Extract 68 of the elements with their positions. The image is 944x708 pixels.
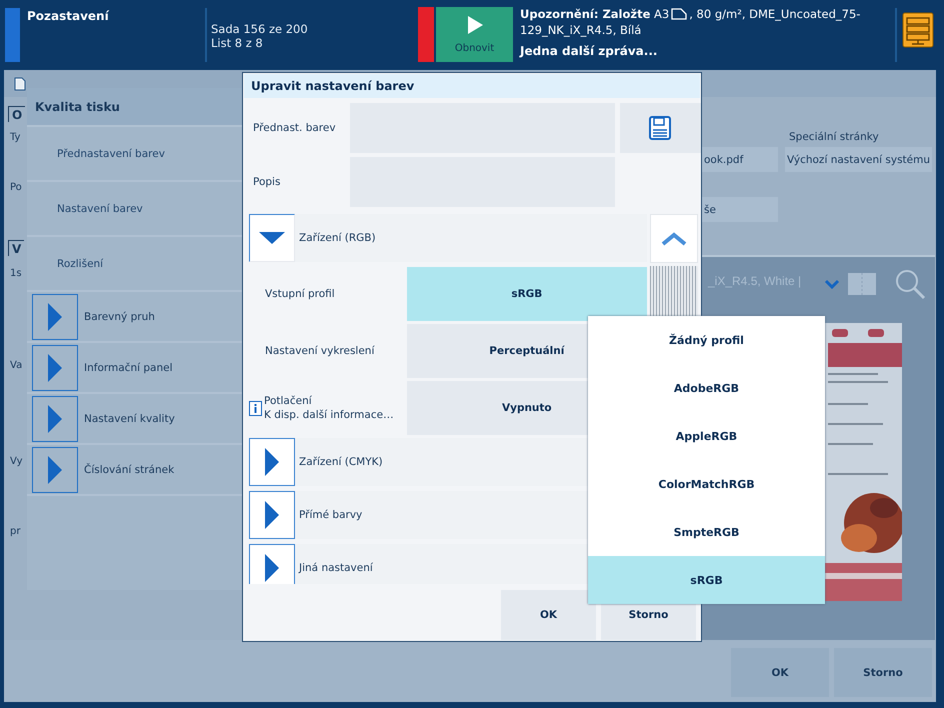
- tab[interactable]: V: [8, 240, 24, 256]
- expand-button[interactable]: [32, 446, 78, 492]
- paper-icon: [671, 8, 688, 20]
- error-indicator: [418, 7, 434, 62]
- field-label: Vy: [10, 456, 22, 467]
- setting-label: Nastavení vykreslení: [264, 345, 374, 357]
- tab[interactable]: O: [8, 106, 26, 122]
- collapse-button[interactable]: [249, 214, 295, 262]
- play-icon: [466, 15, 484, 35]
- setting-label: Vstupní profil: [264, 288, 335, 300]
- save-button[interactable]: [620, 103, 701, 153]
- special-pages-button[interactable]: Výchozí nastavení systému: [785, 147, 932, 172]
- triangle-right-icon: [47, 354, 63, 382]
- save-icon: [649, 116, 672, 140]
- expand-button[interactable]: [32, 294, 78, 340]
- dropdown-option[interactable]: SmpteRGB: [588, 508, 825, 556]
- dropdown-option[interactable]: sRGB: [588, 556, 825, 604]
- field-label: Ty: [10, 132, 20, 143]
- warning-text: 129_NK_iX_R4.5, Bílá: [520, 22, 642, 38]
- field-label: Speciální stránky: [789, 131, 879, 143]
- expand-button[interactable]: [32, 344, 78, 390]
- expand-button[interactable]: [249, 544, 295, 584]
- dialog-button[interactable]: OK: [501, 590, 596, 640]
- scroll-up-button[interactable]: [650, 214, 698, 263]
- set-count: Sada 156 ze 200: [211, 22, 309, 36]
- file-button[interactable]: ook.pdf: [702, 147, 778, 172]
- setting-note[interactable]: K disp. další informace…: [264, 408, 394, 422]
- field-label: Va: [10, 360, 22, 371]
- expand-button[interactable]: [249, 491, 295, 539]
- document-icon: [14, 77, 26, 91]
- expand-button[interactable]: [249, 438, 295, 486]
- sheet-count: List 8 z 8: [211, 36, 264, 50]
- section-title: Zařízení (RGB): [299, 232, 376, 244]
- dialog-title: Upravit nastavení barev: [251, 79, 414, 93]
- dialog-button[interactable]: OK: [731, 648, 829, 697]
- more-messages-link[interactable]: Jedna další zpráva...: [520, 44, 891, 58]
- expand-button[interactable]: [32, 396, 78, 442]
- setting-label: Potlačení: [264, 394, 313, 408]
- menu-item[interactable]: Informační panel: [84, 362, 172, 374]
- dropdown-option[interactable]: ColorMatchRGB: [588, 460, 825, 508]
- dropdown-field[interactable]: sRGB: [406, 267, 647, 321]
- job-status: Pozastavení: [27, 9, 109, 23]
- status-accent: [5, 8, 20, 62]
- warning-text: Upozornění: Založte A3: [520, 6, 670, 22]
- search-icon[interactable]: [894, 268, 926, 300]
- section-title: Přímé barvy: [299, 509, 362, 521]
- dialog-button[interactable]: Storno: [834, 648, 932, 697]
- menu-item[interactable]: Číslování stránek: [84, 464, 174, 476]
- field-label: Po: [10, 182, 22, 193]
- triangle-right-icon: [47, 302, 63, 330]
- field-label: Přednast. barev: [252, 122, 337, 134]
- server-icon[interactable]: [902, 12, 934, 48]
- triangle-right-icon: [47, 456, 63, 484]
- setting-button[interactable]: še: [702, 197, 778, 222]
- menu-item[interactable]: Nastavení kvality: [84, 412, 175, 424]
- chevron-up-icon: [661, 232, 687, 246]
- resume-button[interactable]: Obnovit: [436, 7, 513, 62]
- field-label: Popis: [252, 176, 282, 188]
- field-label: pr: [10, 526, 20, 537]
- triangle-right-icon: [47, 404, 63, 432]
- warning-text: , 80 g/m², DME_Uncoated_75-: [689, 6, 860, 22]
- section-title: Zařízení (CMYK): [299, 456, 383, 468]
- menu-item[interactable]: Barevný pruh: [84, 310, 155, 322]
- section-title: Jiná nastavení: [299, 562, 373, 574]
- info-icon[interactable]: [249, 400, 262, 416]
- field-label: 1s: [10, 268, 22, 279]
- panel-title: Kvalita tisku: [35, 100, 120, 114]
- chevron-down-icon[interactable]: [824, 279, 840, 289]
